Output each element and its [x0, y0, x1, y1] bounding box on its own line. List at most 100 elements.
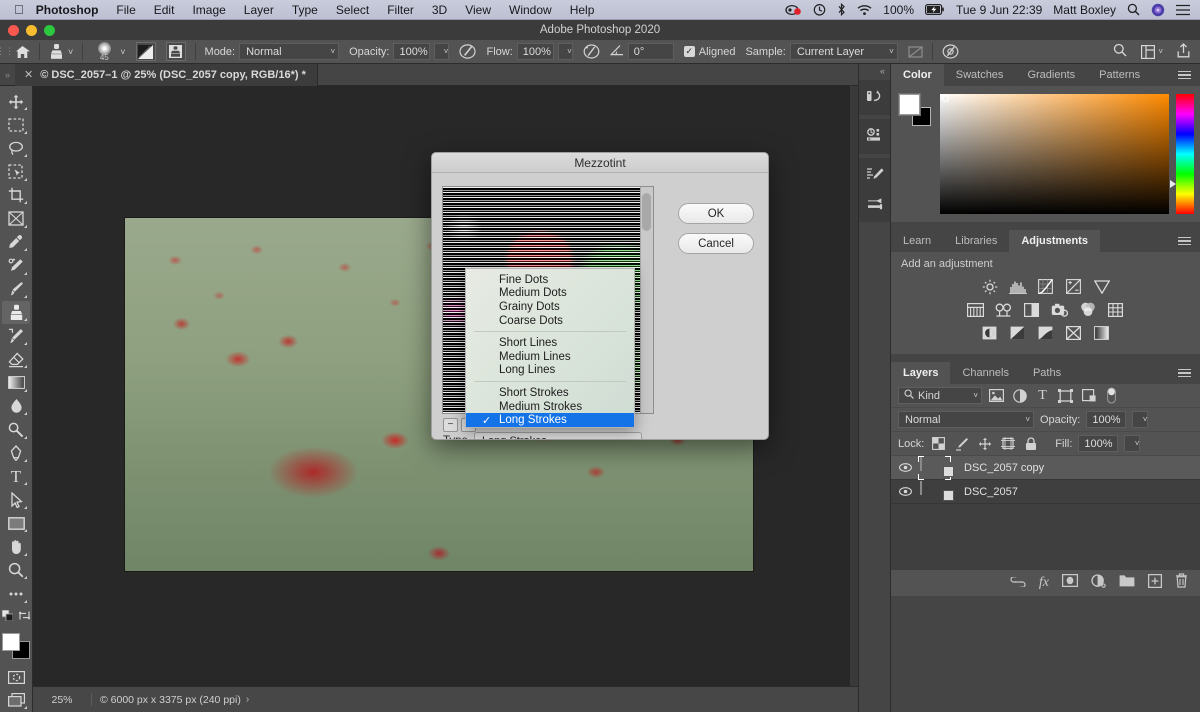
- default-colors-icon[interactable]: [1, 608, 14, 626]
- layer-style-fx-icon[interactable]: fx: [1039, 576, 1049, 590]
- hue-slider[interactable]: [1170, 94, 1194, 214]
- flow-input[interactable]: 100%: [516, 43, 554, 60]
- device-preview-panel-icon[interactable]: [859, 122, 892, 151]
- menu-help[interactable]: Help: [561, 3, 604, 17]
- search-icon[interactable]: [1113, 43, 1127, 60]
- layer-visibility-icon[interactable]: [899, 463, 912, 472]
- color-ramp-picker[interactable]: [942, 95, 949, 102]
- type-select[interactable]: Long Strokes ˅: [473, 432, 642, 439]
- collapse-panels-icon[interactable]: «: [859, 64, 890, 80]
- share-icon[interactable]: [1177, 42, 1190, 61]
- document-info[interactable]: © 6000 px x 3375 px (240 ppi) ›: [92, 694, 257, 706]
- layer-filter-kind[interactable]: Kind ˅: [898, 387, 982, 404]
- layer-row-1[interactable]: DSC_2057: [891, 480, 1200, 504]
- sample-dropdown[interactable]: Current Layer ˅: [789, 43, 898, 60]
- filter-smart-objects-icon[interactable]: [1080, 387, 1097, 404]
- search-icon[interactable]: [1127, 3, 1140, 16]
- layer-fill-input[interactable]: 100%: [1078, 435, 1119, 452]
- layer-visibility-icon[interactable]: [899, 487, 912, 496]
- menu-3d[interactable]: 3D: [423, 3, 456, 17]
- move-tool[interactable]: [2, 90, 30, 113]
- layer-thumbnail[interactable]: [918, 456, 956, 480]
- close-button[interactable]: [8, 25, 19, 36]
- clone-source-panel-icon[interactable]: [161, 40, 191, 63]
- pressure-opacity-icon[interactable]: [454, 40, 481, 63]
- filter-pixel-layers-icon[interactable]: [988, 387, 1005, 404]
- workspace-switcher-icon[interactable]: ˅: [1141, 44, 1163, 59]
- history-panel-icon[interactable]: [859, 83, 892, 112]
- panel-menu-icon[interactable]: [1169, 230, 1200, 252]
- screen-mode-icon[interactable]: [2, 689, 30, 712]
- aligned-checkbox-row[interactable]: ✓ Aligned: [679, 40, 741, 63]
- foreground-color-swatch[interactable]: [2, 633, 20, 652]
- blur-tool[interactable]: [2, 395, 30, 418]
- channel-mixer-adjustment-icon[interactable]: [1079, 301, 1097, 318]
- layer-filter-toggle[interactable]: [1103, 387, 1120, 404]
- menu-item-coarse-dots[interactable]: Coarse Dots: [466, 314, 634, 328]
- tab-gradients[interactable]: Gradients: [1015, 64, 1088, 86]
- panel-menu-icon[interactable]: [1169, 64, 1200, 86]
- posterize-adjustment-icon[interactable]: [1009, 324, 1027, 341]
- tab-patterns[interactable]: Patterns: [1087, 64, 1153, 86]
- menu-filter[interactable]: Filter: [378, 3, 423, 17]
- menu-edit[interactable]: Edit: [145, 3, 184, 17]
- exposure-adjustment-icon[interactable]: [1065, 278, 1083, 295]
- dodge-tool[interactable]: [2, 418, 30, 441]
- blend-mode-dropdown[interactable]: Normal ˅: [239, 43, 340, 60]
- tab-learn[interactable]: Learn: [891, 230, 944, 252]
- zoom-tool[interactable]: [2, 559, 30, 582]
- layer-row-0[interactable]: DSC_2057 copy: [891, 456, 1200, 480]
- zoom-level[interactable]: 25%: [33, 694, 91, 706]
- menu-type[interactable]: Type: [283, 3, 327, 17]
- levels-adjustment-icon[interactable]: [1008, 278, 1027, 295]
- hue-slider-handle[interactable]: [1170, 180, 1176, 188]
- layer-thumbnail[interactable]: [920, 480, 956, 502]
- menu-item-fine-dots[interactable]: Fine Dots: [466, 273, 634, 287]
- lock-all-icon[interactable]: [1022, 435, 1039, 452]
- tab-adjustments[interactable]: Adjustments: [1009, 230, 1100, 252]
- swap-fg-bg-colors-icon[interactable]: [18, 608, 31, 626]
- menu-item-short-strokes[interactable]: Short Strokes: [466, 386, 634, 400]
- panel-menu-icon[interactable]: [1169, 362, 1200, 384]
- menu-image[interactable]: Image: [183, 3, 234, 17]
- maximize-button[interactable]: [44, 25, 55, 36]
- ignore-adjustment-layers-icon[interactable]: [903, 40, 928, 63]
- tab-layers[interactable]: Layers: [891, 362, 951, 384]
- crop-tool[interactable]: [2, 184, 30, 207]
- filter-type-layers-icon[interactable]: T: [1034, 387, 1051, 404]
- edit-toolbar-button[interactable]: [2, 582, 30, 605]
- layer-fill-dropdown[interactable]: ˅: [1124, 435, 1141, 452]
- lock-artboard-nesting-icon[interactable]: [999, 435, 1016, 452]
- frame-tool[interactable]: [2, 207, 30, 230]
- brushes-panel-icon[interactable]: [859, 190, 892, 219]
- type-dropdown-menu[interactable]: Fine Dots Medium Dots Grainy Dots Coarse…: [465, 268, 635, 428]
- menu-view[interactable]: View: [456, 3, 500, 17]
- brush-tool[interactable]: [2, 278, 30, 301]
- new-layer-icon[interactable]: [1147, 573, 1163, 593]
- pen-tool[interactable]: [2, 442, 30, 465]
- lock-position-icon[interactable]: [976, 435, 993, 452]
- gradient-map-adjustment-icon[interactable]: [1093, 324, 1111, 341]
- gradient-tool[interactable]: [2, 371, 30, 394]
- menu-item-medium-dots[interactable]: Medium Dots: [466, 287, 634, 301]
- menu-item-medium-lines[interactable]: Medium Lines: [466, 350, 634, 364]
- lock-image-pixels-icon[interactable]: [953, 435, 970, 452]
- photo-filter-adjustment-icon[interactable]: [1051, 301, 1069, 318]
- preview-zoom-out-button[interactable]: −: [443, 418, 458, 432]
- opacity-dropdown[interactable]: ˅: [434, 43, 450, 60]
- brush-size-picker[interactable]: 45 ˅: [87, 40, 130, 63]
- new-adjustment-layer-icon[interactable]: [1091, 573, 1106, 593]
- filter-shape-layers-icon[interactable]: [1057, 387, 1074, 404]
- menu-app-name[interactable]: Photoshop: [36, 3, 108, 17]
- ok-button[interactable]: OK: [678, 203, 754, 224]
- brush-settings-panel-icon[interactable]: [859, 161, 892, 190]
- quick-mask-mode-icon[interactable]: [2, 665, 30, 688]
- foreground-color-swatch[interactable]: [898, 93, 921, 116]
- color-ramp[interactable]: [940, 94, 1169, 214]
- document-tab[interactable]: ✕ © DSC_2057–1 @ 25% (DSC_2057 copy, RGB…: [15, 63, 318, 86]
- opacity-input[interactable]: 100%: [393, 43, 431, 60]
- color-lookup-adjustment-icon[interactable]: [1107, 301, 1125, 318]
- history-brush-tool[interactable]: [2, 324, 30, 347]
- active-tool-preset[interactable]: ˅: [44, 40, 78, 63]
- hand-tool[interactable]: [2, 535, 30, 558]
